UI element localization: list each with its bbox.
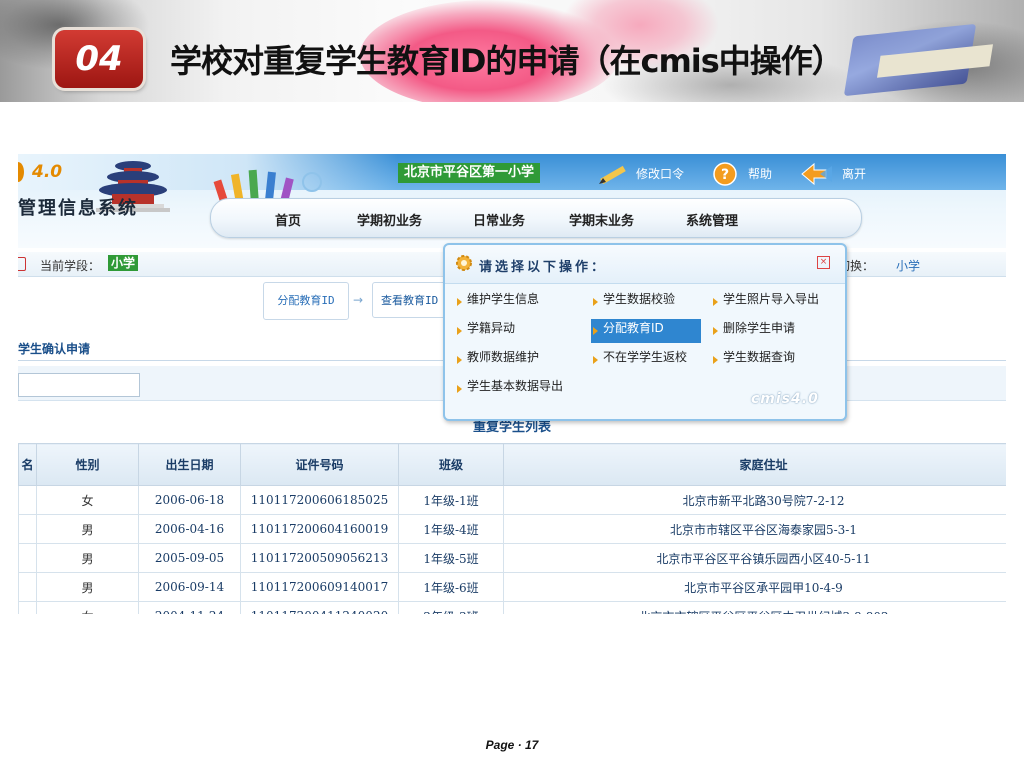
cell-gender: 男 [36, 514, 139, 544]
section-number-badge: 04 [55, 30, 143, 88]
cell-name [18, 572, 37, 602]
cell-birthdate: 2006-06-18 [138, 485, 241, 515]
cell-address: 北京市市辖区平谷区海泰家园5-3-1 [503, 514, 1006, 544]
cell-id-number: 110117200509056213 [240, 543, 399, 573]
cell-name [18, 485, 37, 515]
cell-gender: 男 [36, 572, 139, 602]
table-header-row: 名 性别 出生日期 证件号码 班级 家庭住址 文 [18, 443, 1006, 486]
main-nav: 首页 学期初业务 日常业务 学期末业务 系统管理 [210, 198, 862, 238]
cell-class: 2年级-3班 [398, 601, 504, 614]
col-header-class: 班级 [398, 443, 504, 486]
stage-label: 当前学段： [40, 259, 101, 273]
cell-address: 北京市平谷区承平园甲10-4-9 [503, 572, 1006, 602]
duplicate-students-table: 名 性别 出生日期 证件号码 班级 家庭住址 文 女 2006-06-18 11… [18, 443, 1006, 614]
cell-birthdate: 2006-04-16 [138, 514, 241, 544]
cell-birthdate: 2005-09-05 [138, 543, 241, 573]
cell-birthdate: 2006-09-14 [138, 572, 241, 602]
app-title: 管理信息系统 [18, 198, 138, 219]
table-row[interactable]: 男 2006-09-14 110117200609140017 1年级-6班 北… [18, 572, 1006, 602]
menu-item-delete-request[interactable]: 删除学生申请 [711, 319, 795, 343]
popup-watermark: cmis4.0 [751, 391, 819, 407]
table-row[interactable]: 男 2006-04-16 110117200604160019 1年级-4班 北… [18, 514, 1006, 544]
menu-item-validate-data[interactable]: 学生数据校验 [591, 290, 675, 314]
col-header-address: 家庭住址 [503, 443, 1006, 486]
cell-name [18, 514, 37, 544]
cell-gender: 女 [36, 601, 139, 614]
cell-gender: 男 [36, 543, 139, 573]
menu-item-photo-import-export[interactable]: 学生照片导入导出 [711, 290, 819, 314]
nav-item-term-end[interactable]: 学期末业务 [569, 210, 634, 229]
page-number: Page · 17 [485, 738, 539, 752]
close-icon[interactable]: × [817, 256, 830, 269]
cell-birthdate: 2004-11-24 [138, 601, 241, 614]
help-link[interactable]: ? 帮助 [708, 162, 772, 186]
menu-item-return-to-school[interactable]: 不在学学生返校 [591, 348, 687, 372]
help-icon: ? [713, 162, 737, 186]
table-row[interactable]: 男 2005-09-05 110117200509056213 1年级-5班 北… [18, 543, 1006, 573]
col-header-birthdate: 出生日期 [138, 443, 241, 486]
gear-icon [456, 255, 472, 271]
app-version: 4.0 [32, 162, 63, 182]
status-icon [18, 257, 26, 271]
exit-label: 离开 [842, 167, 867, 181]
filter-input[interactable] [18, 373, 140, 397]
section-title: 学生确认申请 [18, 342, 91, 356]
menu-item-status-change[interactable]: 学籍异动 [455, 319, 515, 343]
pencil-icon [599, 165, 626, 185]
col-header-gender: 性别 [36, 443, 139, 486]
cell-name [18, 543, 37, 573]
app-banner: 4.0 管理信息系统 北京市平谷区第一小学 修改口令 ? 帮助 离开 首页 学期… [18, 154, 1006, 248]
cell-id-number: 110117200604160019 [240, 514, 399, 544]
menu-item-maintain-student[interactable]: 维护学生信息 [455, 290, 539, 314]
menu-item-export-basic-data[interactable]: 学生基本数据导出 [455, 377, 563, 401]
nav-item-system[interactable]: 系统管理 [686, 210, 738, 229]
slide-title: 学校对重复学生教育ID的申请（在cmis中操作） [170, 42, 844, 80]
operations-popup: 请选择以下操作： × 维护学生信息 学生数据校验 学生照片导入导出 学籍异动 分… [443, 243, 847, 421]
cell-address: 北京市市辖区平谷区平谷区中卫世纪城3-8-802 [503, 601, 1006, 614]
cell-class: 1年级-4班 [398, 514, 504, 544]
svg-text:?: ? [721, 167, 729, 183]
col-header-id-number: 证件号码 [240, 443, 399, 486]
cell-address: 北京市新平北路30号院7-2-12 [503, 485, 1006, 515]
switch-stage-link[interactable]: 小学 [896, 257, 920, 274]
exit-arrow-icon [801, 162, 832, 186]
cell-class: 1年级-1班 [398, 485, 504, 515]
slide-header: 04 学校对重复学生教育ID的申请（在cmis中操作） [0, 0, 1024, 102]
cell-id-number: 110117200606185025 [240, 485, 399, 515]
cell-name [18, 601, 37, 614]
cell-id-number: 110117200609140017 [240, 572, 399, 602]
cell-class: 1年级-5班 [398, 543, 504, 573]
menu-item-query-data[interactable]: 学生数据查询 [711, 348, 795, 372]
table-row[interactable]: 女 2006-06-18 110117200606185025 1年级-1班 北… [18, 485, 1006, 515]
popup-title: 请选择以下操作： [479, 260, 608, 275]
step-arrow-icon: → [353, 293, 364, 307]
nav-item-home[interactable]: 首页 [275, 210, 301, 229]
change-password-link[interactable]: 修改口令 [596, 162, 684, 186]
cell-class: 1年级-6班 [398, 572, 504, 602]
nav-item-daily[interactable]: 日常业务 [473, 210, 525, 229]
menu-item-assign-education-id[interactable]: 分配教育ID [591, 319, 701, 343]
exit-link[interactable]: 离开 [800, 162, 866, 186]
col-header-name: 名 [18, 443, 37, 486]
cell-id-number: 110117200411240020 [240, 601, 399, 614]
change-password-label: 修改口令 [636, 167, 685, 181]
table-row[interactable]: 女 2004-11-24 110117200411240020 2年级-3班 北… [18, 601, 1006, 614]
stage-value: 小学 [108, 255, 139, 271]
cell-gender: 女 [36, 485, 139, 515]
nav-item-term-start[interactable]: 学期初业务 [357, 210, 422, 229]
popup-header: 请选择以下操作： × [445, 245, 845, 284]
school-name: 北京市平谷区第一小学 [398, 163, 541, 183]
help-label: 帮助 [748, 167, 773, 181]
menu-item-teacher-data[interactable]: 教师数据维护 [455, 348, 539, 372]
cell-address: 北京市平谷区平谷镇乐园西小区40-5-11 [503, 543, 1006, 573]
assign-education-id-button[interactable]: 分配教育ID [263, 282, 349, 320]
